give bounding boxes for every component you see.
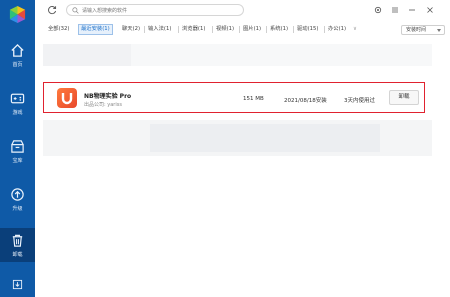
home-icon xyxy=(11,43,24,57)
minimize-icon xyxy=(408,9,415,10)
tab-browser[interactable]: 浏览器(1) xyxy=(182,24,205,35)
tab-image[interactable]: 图片(1) xyxy=(243,24,261,35)
tab-video[interactable]: 视频(1) xyxy=(216,24,234,35)
tab-driver[interactable]: 驱动(15) xyxy=(297,24,318,35)
app-size: 151 MB xyxy=(243,96,264,102)
title-bar xyxy=(35,0,450,20)
sidebar-item-treasure[interactable]: 宝库 xyxy=(0,134,35,168)
treasure-icon xyxy=(11,139,24,153)
tab-input-method[interactable]: 输入法(1) xyxy=(148,24,171,35)
sidebar-item-uninstall[interactable]: 卸载 xyxy=(0,228,35,262)
sort-dropdown-label: 安装时间 xyxy=(406,27,427,33)
app-icon xyxy=(57,88,77,108)
search-input[interactable] xyxy=(82,6,240,15)
settings-icon xyxy=(374,6,381,13)
obscured-region xyxy=(150,124,380,152)
tab-divider xyxy=(144,26,145,33)
sidebar-item-label: 升级 xyxy=(12,205,23,212)
tab-recent-install[interactable]: 最近安装(1) xyxy=(78,24,113,35)
app-logo-icon xyxy=(9,5,26,24)
chevron-down-icon xyxy=(437,29,441,32)
obscured-region xyxy=(131,44,432,66)
magnet-u-icon xyxy=(61,92,73,104)
search-box[interactable] xyxy=(66,4,244,16)
tab-chat[interactable]: 聊天(2) xyxy=(122,24,140,35)
gamepad-icon xyxy=(10,93,25,103)
search-icon xyxy=(72,7,79,14)
tab-divider xyxy=(239,26,240,33)
menu-button[interactable] xyxy=(389,4,400,15)
installed-app-row[interactable]: NB物理实验 Pro 出品公司: yariss 151 MB 2021/08/1… xyxy=(43,82,425,113)
tab-divider xyxy=(178,26,179,33)
upgrade-icon xyxy=(11,187,24,201)
sidebar-item-label: 卸载 xyxy=(12,251,23,258)
tab-divider xyxy=(324,26,325,33)
sort-dropdown[interactable]: 安装时间 xyxy=(401,25,445,35)
app-name: NB物理实验 Pro xyxy=(84,93,132,100)
sidebar-item-home[interactable]: 首页 xyxy=(0,38,35,72)
menu-icon xyxy=(391,7,398,12)
sidebar-item-label: 首页 xyxy=(12,61,23,68)
category-tabs: 全部(32) 最近安装(1) 聊天(2) 输入法(1) 浏览器(1) 视频(1)… xyxy=(35,24,450,36)
sidebar-item-label: 宝库 xyxy=(12,157,23,164)
minimize-button[interactable] xyxy=(406,4,417,15)
uninstall-button[interactable]: 卸载 xyxy=(389,90,419,105)
settings-button[interactable] xyxy=(372,4,383,15)
sidebar: 首页 游戏 宝库 升级 卸载 xyxy=(0,0,35,297)
app-publisher: 出品公司: yariss xyxy=(84,102,122,108)
sidebar-item-games[interactable]: 游戏 xyxy=(0,86,35,120)
download-manager-button[interactable] xyxy=(0,272,35,297)
usage-status: 3天内使用过 xyxy=(344,98,375,104)
tab-more-chevron-icon[interactable]: ∨ xyxy=(353,24,357,35)
download-icon xyxy=(12,279,23,290)
tab-divider xyxy=(212,26,213,33)
trash-icon xyxy=(12,234,23,247)
close-button[interactable] xyxy=(424,4,435,15)
refresh-icon[interactable] xyxy=(47,5,57,15)
close-icon xyxy=(426,6,433,13)
sidebar-item-label: 游戏 xyxy=(12,109,23,116)
tab-all[interactable]: 全部(32) xyxy=(48,24,69,35)
tab-divider xyxy=(266,26,267,33)
obscured-region xyxy=(43,44,131,66)
tab-divider xyxy=(293,26,294,33)
sidebar-item-upgrade[interactable]: 升级 xyxy=(0,182,35,216)
tab-office[interactable]: 办公(1) xyxy=(328,24,346,35)
tab-system[interactable]: 系统(1) xyxy=(270,24,288,35)
install-date: 2021/08/18安装 xyxy=(284,98,327,104)
